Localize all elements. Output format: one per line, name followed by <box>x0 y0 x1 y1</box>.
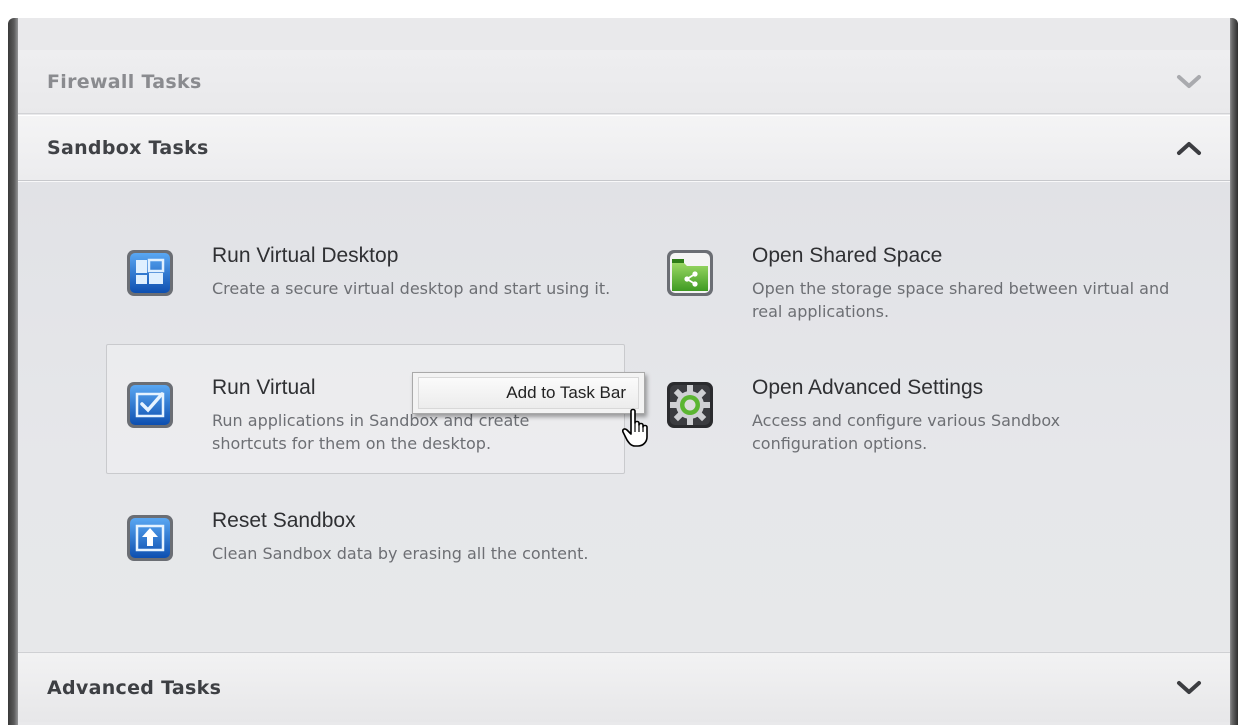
sandbox-tasks-title: Sandbox Tasks <box>47 137 209 159</box>
task-description: Create a secure virtual desktop and star… <box>212 279 611 298</box>
checkbox-window-icon <box>126 381 174 429</box>
task-description: Clean Sandbox data by erasing all the co… <box>212 544 589 563</box>
hand-cursor-icon <box>622 408 656 448</box>
chevron-down-icon <box>1176 680 1202 696</box>
context-menu: Add to Task Bar <box>412 372 645 414</box>
add-to-task-bar-menu-item[interactable]: Add to Task Bar <box>418 377 639 409</box>
task-name: Run Virtual Desktop <box>212 244 399 267</box>
task-description: Access and configure various Sandbox con… <box>752 411 1061 453</box>
shared-folder-icon <box>666 249 714 297</box>
task-name: Open Shared Space <box>752 244 943 267</box>
task-name: Run Virtual <box>212 376 316 399</box>
gear-icon <box>666 381 714 429</box>
task-description: Open the storage space shared between vi… <box>752 279 1170 321</box>
advanced-tasks-header[interactable]: Advanced Tasks <box>18 652 1230 722</box>
chevron-up-icon <box>1176 140 1202 156</box>
virtual-desktop-icon <box>126 249 174 297</box>
chevron-down-icon <box>1176 74 1202 90</box>
firewall-tasks-header[interactable]: Firewall Tasks <box>18 50 1230 114</box>
task-name: Reset Sandbox <box>212 509 356 532</box>
task-description: Run applications in Sandbox and create s… <box>212 411 530 453</box>
advanced-tasks-title: Advanced Tasks <box>47 676 222 699</box>
sandbox-tasks-header[interactable]: Sandbox Tasks <box>18 115 1230 181</box>
task-name: Open Advanced Settings <box>752 376 984 399</box>
upload-arrow-icon <box>126 514 174 562</box>
firewall-tasks-title: Firewall Tasks <box>47 70 202 93</box>
